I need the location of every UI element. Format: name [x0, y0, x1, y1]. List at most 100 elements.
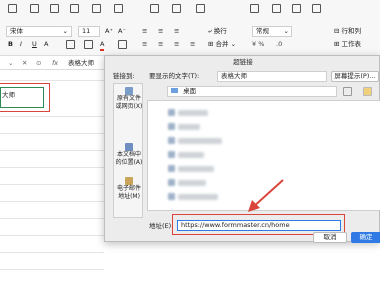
- file-icon: [168, 179, 175, 186]
- file-item: [178, 194, 218, 200]
- formula-input[interactable]: 表格大师: [68, 59, 94, 68]
- place-email-label: 电子邮件 地址(M): [116, 185, 141, 200]
- browse-folder-icon[interactable]: [363, 87, 372, 96]
- save-icon[interactable]: [8, 4, 17, 13]
- grid-line: [0, 167, 104, 168]
- wrap-text-button[interactable]: ⤶ 换行: [208, 27, 227, 36]
- file-item: [178, 110, 208, 116]
- place-existing-file-label: 原有文件 或网页(X): [115, 95, 143, 110]
- file-icon: [168, 151, 175, 158]
- screen-tip-button[interactable]: 屏幕提示(P)...: [331, 71, 379, 82]
- align-right-icon[interactable]: ≡: [174, 40, 179, 49]
- place-this-document-label: 本文档中 的位置(A): [115, 151, 143, 166]
- font-color-icon[interactable]: A: [100, 40, 105, 51]
- grid-line: [0, 235, 104, 236]
- rows-cols-icon: ⊟: [334, 27, 340, 35]
- copy-icon[interactable]: [114, 4, 123, 13]
- rows-cols-label: 行和列: [341, 27, 362, 35]
- align-center-icon[interactable]: ≡: [158, 40, 163, 49]
- italic-icon[interactable]: I: [20, 40, 22, 49]
- merge-icon: ⊞: [208, 40, 214, 48]
- font-name-select[interactable]: 宋体 ⌄: [6, 26, 72, 37]
- sheet-grid[interactable]: 大师: [0, 71, 104, 282]
- bold-icon[interactable]: B: [8, 40, 13, 49]
- grid-line: [0, 150, 104, 151]
- comment-icon[interactable]: [312, 4, 321, 13]
- selected-cell[interactable]: 大师: [0, 87, 44, 108]
- border-icon[interactable]: [66, 40, 75, 49]
- link-to-label: 链接到:: [113, 72, 135, 80]
- font-size-value: 11: [82, 27, 91, 35]
- percent-icon[interactable]: ¥ %: [252, 40, 264, 49]
- underline-icon[interactable]: U: [32, 40, 37, 49]
- undo-icon[interactable]: [50, 4, 59, 13]
- wrap-text-label: 换行: [213, 27, 227, 35]
- zoom-icon[interactable]: ⊙: [36, 59, 41, 68]
- justify-icon[interactable]: ≡: [190, 40, 195, 49]
- format-icon[interactable]: [150, 4, 159, 13]
- grid-line: [0, 133, 104, 134]
- display-text-label: 要显示的文字(T):: [149, 72, 200, 80]
- globe-file-icon: [125, 87, 133, 95]
- annotation-arrow: [248, 179, 284, 212]
- up-folder-icon[interactable]: [343, 87, 352, 96]
- ok-button[interactable]: 确定: [351, 232, 380, 243]
- chevron-down-icon: ⌄: [62, 27, 68, 35]
- table-icon[interactable]: [172, 4, 181, 13]
- filter-icon[interactable]: [196, 4, 205, 13]
- clear-format-icon[interactable]: [118, 40, 127, 49]
- worksheet-button[interactable]: ⊞ 工作表: [334, 40, 361, 49]
- folder-icon: [171, 88, 178, 93]
- redo-icon[interactable]: [70, 4, 79, 13]
- grid-line: [0, 269, 104, 270]
- align-bottom-icon[interactable]: ≡: [174, 27, 179, 36]
- grow-font-icon[interactable]: A⁺: [105, 27, 113, 36]
- rows-cols-button[interactable]: ⊟ 行和列: [334, 27, 361, 36]
- cell-value: 大师: [2, 91, 15, 99]
- dialog-title: 超链接: [233, 58, 253, 66]
- file-item: [178, 138, 222, 144]
- arrow-shaft: [251, 179, 284, 209]
- grid-line: [0, 218, 104, 219]
- file-item: [178, 166, 214, 172]
- file-icon: [168, 137, 175, 144]
- place-this-document[interactable]: 本文档中 的位置(A): [114, 143, 144, 167]
- document-icon: [125, 143, 133, 151]
- font-name-value: 宋体: [10, 27, 23, 35]
- place-email[interactable]: 电子邮件 地址(M): [114, 177, 144, 201]
- address-input[interactable]: https://www.formmaster.cn/home: [177, 220, 341, 231]
- grid-line: [0, 80, 104, 81]
- display-text-input[interactable]: 表格大师: [217, 71, 327, 82]
- number-format-select[interactable]: 常规 ⌄: [252, 26, 292, 37]
- font-size-select[interactable]: 11: [78, 26, 100, 37]
- file-item: [178, 152, 204, 158]
- merge-cells-button[interactable]: ⊞ 合并 ⌄: [208, 40, 236, 49]
- align-top-icon[interactable]: ≡: [142, 27, 147, 36]
- fx-label[interactable]: fx: [52, 59, 58, 68]
- name-box-chevron-icon[interactable]: ⌄: [8, 59, 13, 68]
- file-icon: [168, 123, 175, 130]
- shrink-font-icon[interactable]: A⁻: [118, 27, 126, 36]
- fill-color-icon[interactable]: [84, 40, 93, 49]
- address-label: 地址(E):: [149, 222, 174, 230]
- paste-icon[interactable]: [92, 4, 101, 13]
- cancel-button[interactable]: 取消: [313, 232, 347, 243]
- worksheet-label: 工作表: [341, 40, 362, 48]
- cancel-formula-icon[interactable]: ✕: [22, 59, 27, 68]
- strikethrough-icon[interactable]: A: [44, 40, 48, 49]
- screenshot-icon[interactable]: [292, 4, 301, 13]
- file-icon: [168, 193, 175, 200]
- place-existing-file[interactable]: 原有文件 或网页(X): [114, 87, 144, 111]
- email-icon: [125, 177, 133, 185]
- align-left-icon[interactable]: ≡: [142, 40, 147, 49]
- ribbon-toolbar: 宋体 ⌄ 11 A⁺ A⁻ B I U A A ≡ ≡ ≡ ≡ ≡ ≡ ≡ ⤶ …: [0, 0, 380, 56]
- print-icon[interactable]: [30, 4, 39, 13]
- image-icon[interactable]: [250, 4, 259, 13]
- folder-name: 桌面: [183, 87, 197, 95]
- decimal-icon[interactable]: .0: [276, 40, 282, 49]
- link-icon[interactable]: [272, 4, 281, 13]
- align-middle-icon[interactable]: ≡: [158, 27, 163, 36]
- grid-line: [0, 116, 104, 117]
- folder-select[interactable]: 桌面: [167, 86, 337, 97]
- grid-line: [0, 252, 104, 253]
